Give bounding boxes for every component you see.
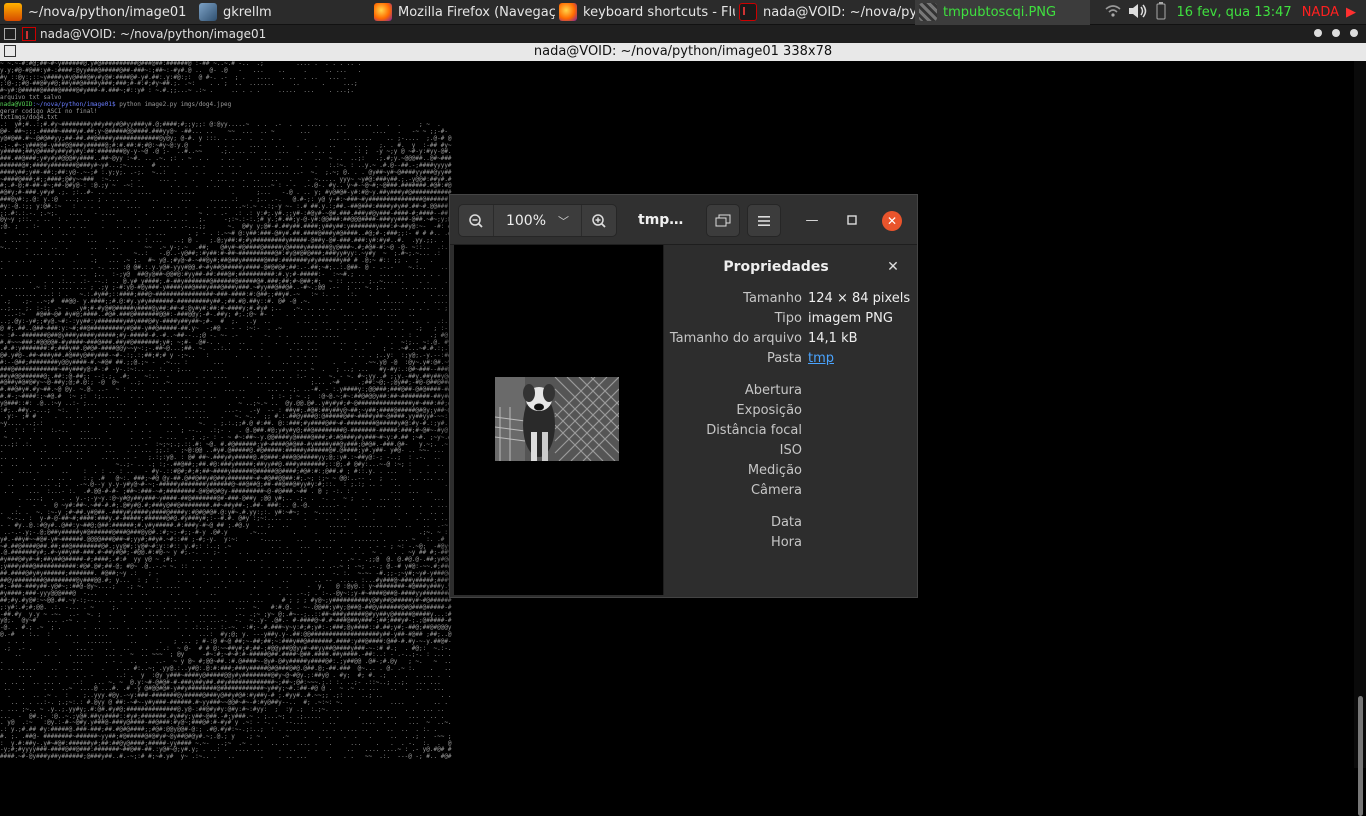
terminal-line: gerar codigo ASCI no final!	[0, 107, 98, 115]
window-menu-icon[interactable]	[4, 28, 16, 40]
property-camera: Câmera	[664, 483, 916, 501]
close-icon: ✕	[886, 214, 898, 228]
task-image-viewer[interactable]: tmpubtoscqi.PNG	[915, 0, 1090, 25]
property-label: Hora	[770, 535, 802, 550]
properties-panel: Propriedades ✕ Tamanho 124 × 84 pixels T…	[663, 245, 915, 595]
terminal-icon	[739, 3, 757, 21]
task-terminal[interactable]: nada@VOID: ~/nova/pyt	[735, 0, 915, 25]
username[interactable]: NADA	[1298, 5, 1343, 20]
close-button[interactable]: ✕	[882, 211, 902, 231]
terminal-header-title: nada@VOID: ~/nova/python/image01 338x78	[533, 44, 833, 59]
prompt-path: :~/nova/python/image01$	[32, 100, 116, 108]
maximize-icon	[847, 215, 857, 225]
maximize-button[interactable]	[842, 210, 862, 230]
task-label: keyboard shortcuts - Flu	[583, 4, 735, 20]
task-gkrellm[interactable]: gkrellm	[195, 0, 370, 25]
property-iso: ISO	[664, 443, 916, 461]
zoom-out-button[interactable]	[459, 205, 493, 236]
properties-heading: Propriedades	[723, 259, 829, 275]
grid-icon[interactable]	[4, 45, 16, 57]
firefox-icon	[559, 3, 577, 21]
property-date: Data	[664, 515, 916, 533]
terminal-tab-title: nada@VOID: ~/nova/python/image01	[40, 27, 267, 41]
zoom-level: 100%	[505, 212, 547, 229]
minimize-icon: —	[805, 212, 819, 228]
window-controls	[1314, 29, 1358, 37]
image-canvas[interactable]	[454, 245, 663, 595]
property-label: Tamanho do arquivo	[669, 331, 802, 346]
clock[interactable]: 16 fev, qua 13:47	[1170, 5, 1297, 20]
property-label: Data	[770, 515, 802, 530]
battery-icon[interactable]	[1152, 1, 1170, 24]
property-focal-length: Distância focal	[664, 423, 916, 441]
property-value: imagem PNG	[808, 311, 893, 326]
task-label: nada@VOID: ~/nova/pyt	[763, 4, 915, 20]
property-label: Pasta	[766, 351, 802, 366]
property-file-size: Tamanho do arquivo 14,1 kB	[664, 331, 916, 349]
scrollbar-thumb[interactable]	[1358, 696, 1363, 816]
image-icon	[919, 3, 937, 21]
system-tray: 16 fev, qua 13:47 NADA ▶	[1102, 0, 1366, 25]
play-arrow-icon[interactable]: ▶	[1343, 5, 1366, 20]
property-label: ISO	[779, 443, 802, 458]
terminal-header: nada@VOID: ~/nova/python/image01 338x78	[0, 43, 1366, 61]
property-exposure: Exposição	[664, 403, 916, 421]
zoom-in-button[interactable]	[582, 205, 616, 236]
property-type: Tipo imagem PNG	[664, 311, 916, 329]
property-label: Câmera	[750, 483, 802, 498]
prompt-command: python image2.py imgs/dog4.jpeg	[115, 100, 232, 108]
maximize-dot-icon[interactable]	[1332, 29, 1340, 37]
app-icon	[4, 3, 22, 21]
property-folder: Pasta tmp	[664, 351, 916, 369]
property-label: Exposição	[736, 403, 802, 418]
hamburger-icon	[758, 215, 770, 226]
gallery-icon	[715, 214, 731, 226]
gallery-button[interactable]	[706, 204, 740, 237]
property-label: Tipo	[774, 311, 802, 326]
property-value: 14,1 kB	[808, 331, 858, 346]
minimize-dot-icon[interactable]	[1314, 29, 1322, 37]
chevron-down-icon: ﹀	[558, 214, 570, 228]
volume-icon[interactable]	[1124, 3, 1152, 23]
close-dot-icon[interactable]	[1350, 29, 1358, 37]
task-label: Mozilla Firefox (Navegaç	[398, 4, 555, 20]
task-label: ~/nova/python/image01	[28, 4, 187, 20]
minimize-button[interactable]: —	[802, 210, 822, 230]
property-label: Tamanho	[743, 291, 802, 306]
terminal-icon	[22, 27, 36, 41]
property-label: Medição	[747, 463, 802, 478]
property-label: Abertura	[744, 383, 802, 398]
terminal-titlebar: nada@VOID: ~/nova/python/image01	[0, 25, 1366, 43]
task-label: tmpubtoscqi.PNG	[943, 4, 1057, 20]
prompt-user: nada@VOID	[0, 100, 33, 108]
property-metering: Medição	[664, 463, 916, 481]
firefox-icon	[374, 3, 392, 21]
ascii-art-top: ~ ~.~-#:#@;##~#~y######@.y#@##########@#…	[0, 61, 362, 95]
folder-link[interactable]: tmp	[808, 351, 834, 366]
task-label: gkrellm	[223, 4, 272, 20]
zoom-out-icon	[469, 213, 483, 228]
gkrellm-icon	[199, 3, 217, 21]
close-properties-button[interactable]: ✕	[885, 259, 901, 275]
image-viewer-window: 100% ﹀ tmp… — ✕ Propriedades ✕ Tamanho 1…	[449, 194, 918, 598]
zoom-control: 100% ﹀	[458, 204, 617, 237]
terminal-scrollbar[interactable]	[1354, 61, 1366, 816]
zoom-in-icon	[592, 213, 606, 228]
close-icon: ✕	[887, 259, 899, 275]
zoom-level-dropdown[interactable]: 100% ﹀	[493, 205, 582, 236]
property-time: Hora	[664, 535, 916, 553]
property-label: Distância focal	[706, 423, 802, 438]
viewer-title: tmp…	[638, 212, 684, 228]
wifi-icon[interactable]	[1102, 4, 1124, 22]
property-value: 124 × 84 pixels	[808, 291, 911, 306]
menu-button[interactable]	[747, 204, 781, 237]
property-size: Tamanho 124 × 84 pixels	[664, 291, 916, 309]
task-firefox[interactable]: Mozilla Firefox (Navegaç	[370, 0, 555, 25]
prompt-line: nada@VOID:~/nova/python/image01$ python …	[0, 100, 1354, 109]
property-aperture: Abertura	[664, 383, 916, 401]
task-firefox-shortcuts[interactable]: keyboard shortcuts - Flu	[555, 0, 735, 25]
viewer-headerbar: 100% ﹀ tmp… — ✕	[450, 195, 917, 245]
image-preview	[495, 377, 619, 461]
task-terminal-image01[interactable]: ~/nova/python/image01	[0, 0, 195, 25]
